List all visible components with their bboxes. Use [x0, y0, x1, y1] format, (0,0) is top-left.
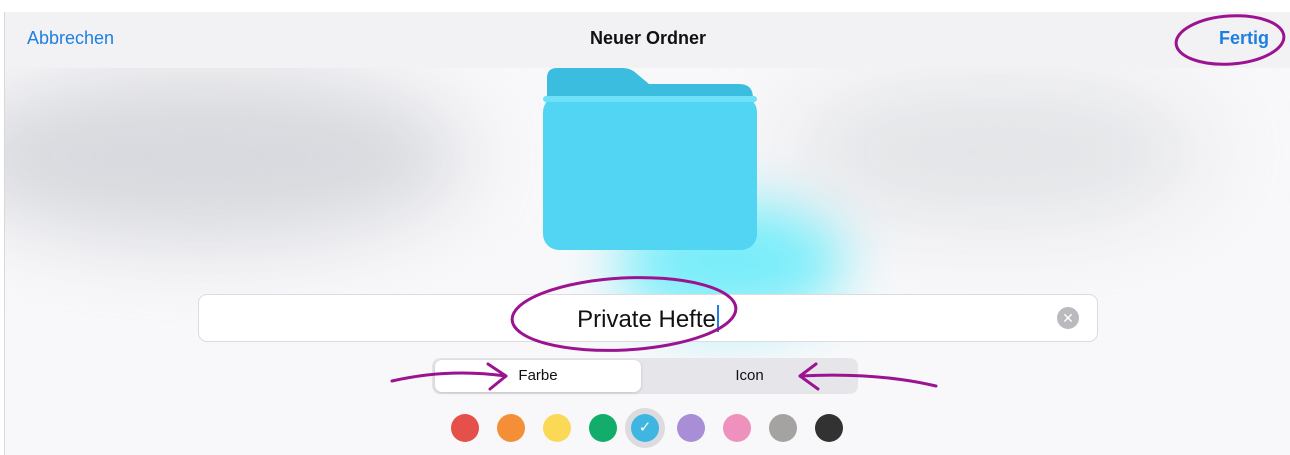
folder-name-value: Private Hefte [199, 305, 1097, 334]
page-title: Neuer Ordner [589, 28, 707, 48]
checkmark-icon: ✓ [638, 419, 652, 436]
top-strip [0, 0, 1290, 12]
background-blur [785, 82, 1205, 222]
text-cursor [716, 305, 719, 332]
color-swatch-red[interactable] [451, 414, 479, 442]
background-blur [5, 72, 465, 242]
clear-icon[interactable]: ✕ [1057, 307, 1079, 329]
segmented-control: Farbe Icon [432, 358, 858, 394]
new-folder-sheet: Abbrechen Neuer Ordner Fertig Private He… [4, 12, 1290, 455]
done-button[interactable]: Fertig [1219, 28, 1269, 49]
segment-icon[interactable]: Icon [644, 360, 855, 392]
color-swatch-blue[interactable]: ✓ [631, 414, 659, 442]
color-swatch-gray[interactable] [769, 414, 797, 442]
segment-farbe[interactable]: Farbe [435, 360, 641, 392]
folder-icon [543, 68, 757, 250]
folder-name-field[interactable]: Private Hefte ✕ [198, 294, 1098, 342]
color-swatch-black[interactable] [815, 414, 843, 442]
color-swatch-purple[interactable] [677, 414, 705, 442]
color-swatch-yellow[interactable] [543, 414, 571, 442]
color-swatch-orange[interactable] [497, 414, 525, 442]
color-swatch-green[interactable] [589, 414, 617, 442]
color-swatch-pink[interactable] [723, 414, 751, 442]
